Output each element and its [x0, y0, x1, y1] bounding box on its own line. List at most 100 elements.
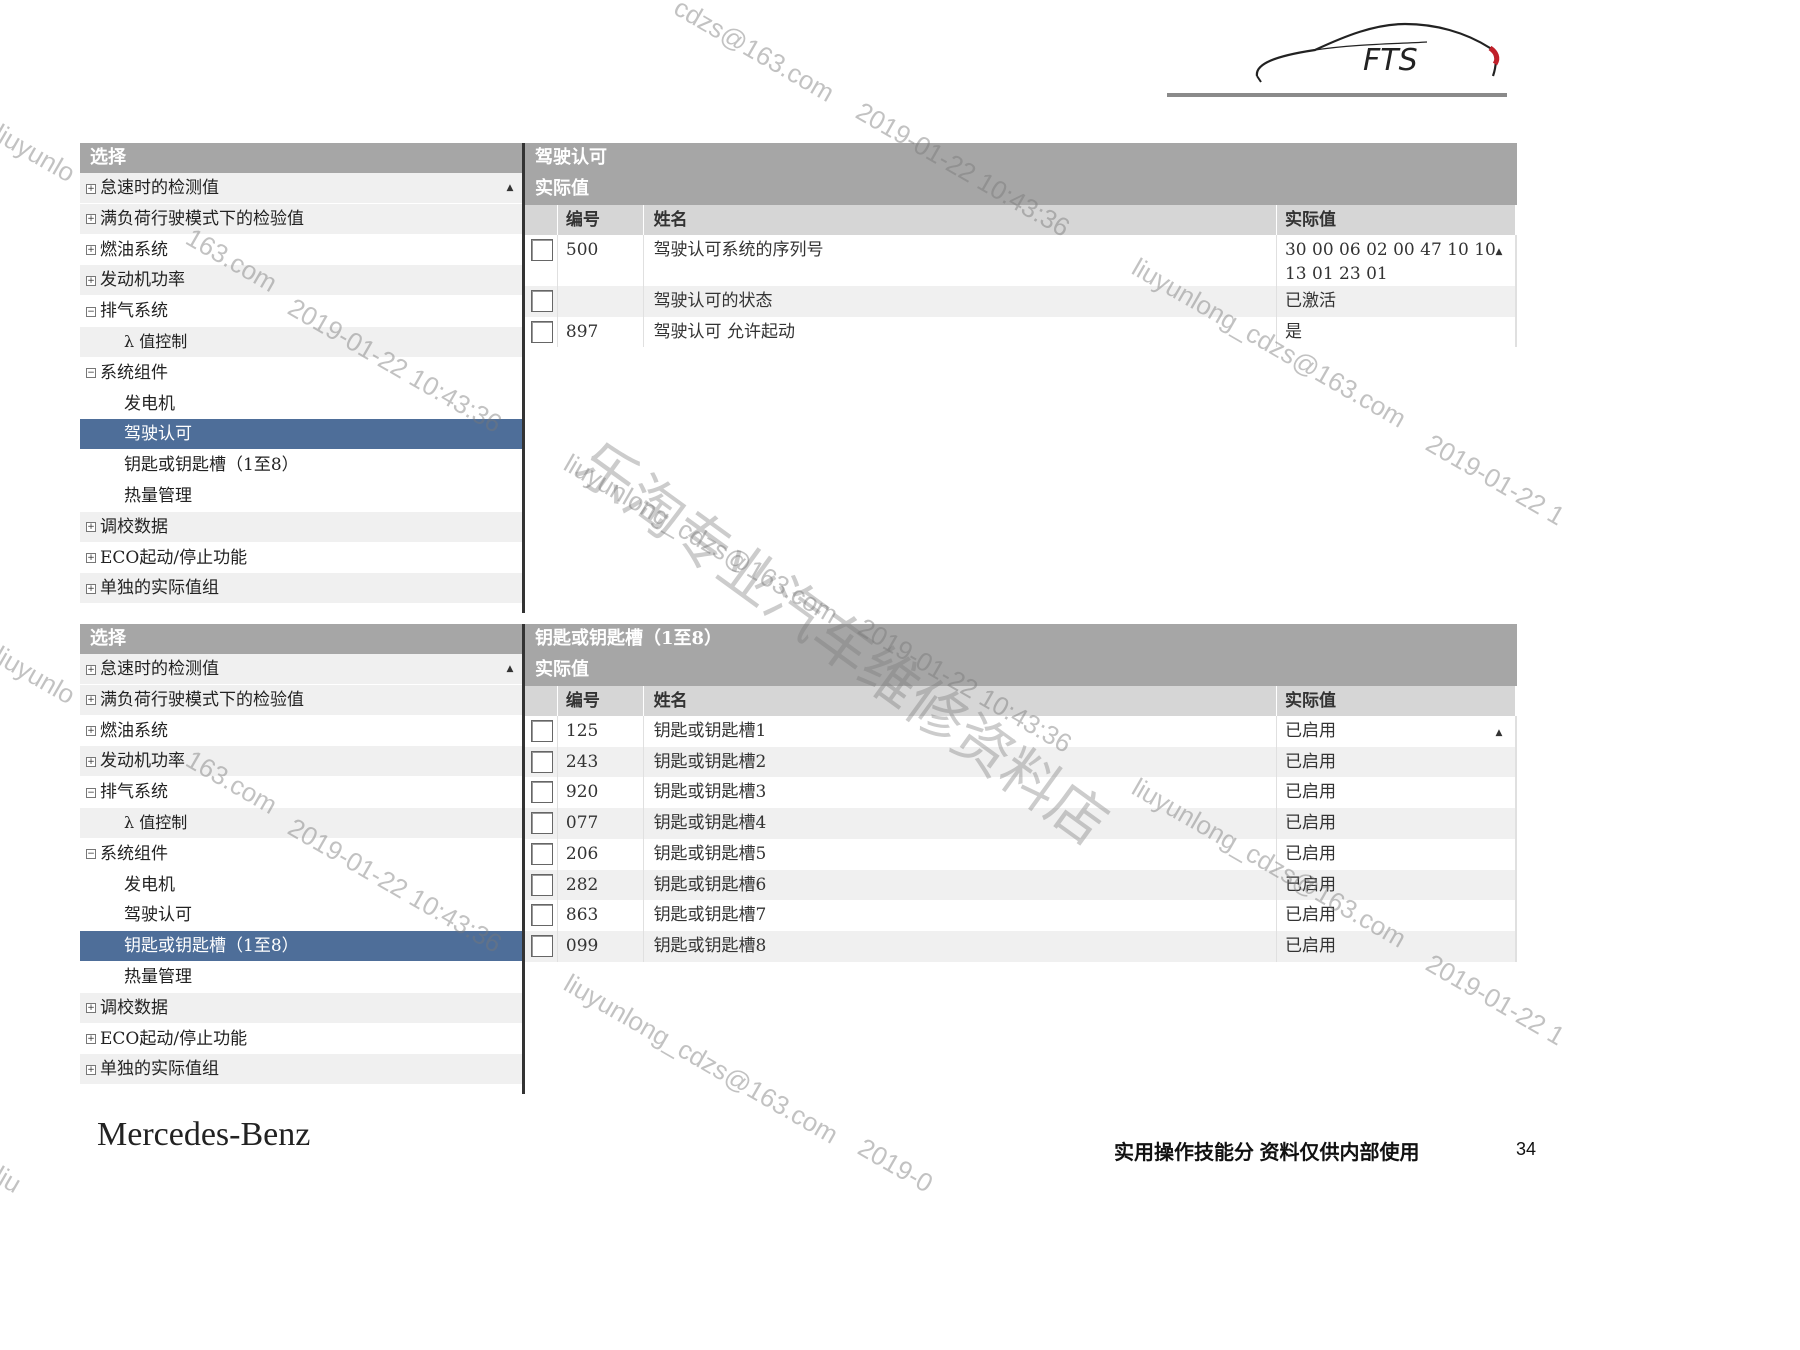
tree-item[interactable]: − 排气系统: [80, 777, 524, 808]
expand-icon[interactable]: +: [86, 726, 96, 737]
row-checkbox[interactable]: [531, 873, 553, 896]
row-checkbox-cell: [525, 746, 558, 778]
header-checkbox-col: [525, 686, 558, 716]
tree-list: + 怠速时的检测值 + 满负荷行驶模式下的检验值 + 燃油系统 + 发动机功率 − 排气系…: [80, 654, 524, 1094]
row-name: 钥匙或钥匙槽7: [644, 900, 1277, 931]
expand-icon[interactable]: +: [86, 1064, 96, 1075]
row-value: 已激活: [1277, 286, 1517, 317]
scroll-up-icon[interactable]: ▲: [500, 183, 520, 193]
table-row[interactable]: 驾驶认可的状态 已激活: [525, 286, 1518, 317]
tree-item[interactable]: + 满负荷行驶模式下的检验值: [80, 203, 524, 235]
collapse-icon[interactable]: −: [86, 306, 96, 317]
header-name[interactable]: 姓名: [644, 686, 1277, 716]
table-row[interactable]: 077 钥匙或钥匙槽4 已启用: [525, 808, 1518, 839]
expand-icon[interactable]: +: [86, 1003, 96, 1014]
row-value: 已启用: [1277, 808, 1517, 839]
tree-item[interactable]: 发电机: [80, 870, 524, 901]
row-checkbox[interactable]: [531, 720, 553, 742]
expand-icon[interactable]: +: [86, 214, 96, 225]
expand-icon[interactable]: +: [86, 1034, 96, 1045]
collapse-icon[interactable]: −: [86, 368, 96, 379]
tree-item[interactable]: + 发动机功率: [80, 746, 524, 778]
expand-icon[interactable]: +: [86, 695, 96, 706]
tree-item-selected[interactable]: 驾驶认可: [80, 419, 524, 451]
tree-item[interactable]: λ 值控制: [80, 807, 524, 839]
table-row[interactable]: 500 驾驶认可系统的序列号 30 00 06 02 00 47 10 10 1…: [525, 235, 1518, 286]
table-row[interactable]: 282 钥匙或钥匙槽6 已启用: [525, 869, 1518, 901]
tree-item[interactable]: 热量管理: [80, 962, 524, 993]
row-checkbox[interactable]: [531, 781, 553, 804]
tree-item-label: ECO起动/停止功能: [100, 547, 248, 568]
table-row[interactable]: 099 钥匙或钥匙槽8 已启用: [525, 930, 1518, 962]
tree-item[interactable]: + 调校数据: [80, 511, 524, 543]
tree-item[interactable]: 发电机: [80, 389, 524, 420]
tree-item[interactable]: 热量管理: [80, 481, 524, 512]
row-checkbox-cell: [525, 716, 558, 747]
table-row[interactable]: 243 钥匙或钥匙槽2 已启用: [525, 746, 1518, 778]
expand-icon[interactable]: +: [86, 664, 96, 675]
expand-icon[interactable]: +: [86, 183, 96, 194]
grid-scroll-up-icon[interactable]: ▲: [1489, 728, 1509, 738]
tree-item[interactable]: + 单独的实际值组: [80, 573, 524, 605]
collapse-icon[interactable]: −: [86, 849, 96, 860]
row-checkbox[interactable]: [531, 290, 553, 312]
table-row[interactable]: 897 驾驶认可 允许起动 是: [525, 316, 1518, 348]
row-value: 是: [1277, 316, 1517, 348]
table-row[interactable]: 125 钥匙或钥匙槽1 已启用: [525, 716, 1518, 747]
tree-item[interactable]: − 系统组件: [80, 839, 524, 870]
tree-item[interactable]: + 发动机功率: [80, 265, 524, 297]
row-value: 已启用: [1277, 746, 1517, 778]
expand-icon[interactable]: +: [86, 522, 96, 533]
grid-title: 驾驶认可: [525, 143, 1517, 173]
tree-item[interactable]: λ 值控制: [80, 326, 524, 358]
tree-item[interactable]: + 调校数据: [80, 992, 524, 1024]
row-checkbox[interactable]: [531, 750, 553, 773]
grid-scroll-up-icon[interactable]: ▲: [1489, 247, 1509, 257]
expand-icon[interactable]: +: [86, 245, 96, 256]
row-checkbox[interactable]: [531, 239, 553, 261]
tree-list: + 怠速时的检测值 + 满负荷行驶模式下的检验值 + 燃油系统 + 发动机功率 − 排气系…: [80, 173, 524, 613]
tree-item[interactable]: + 单独的实际值组: [80, 1054, 524, 1086]
header-value[interactable]: 实际值: [1277, 205, 1517, 235]
row-checkbox[interactable]: [531, 842, 553, 865]
fts-car-logo: FTS: [1255, 22, 1500, 83]
tree-item[interactable]: − 系统组件: [80, 358, 524, 389]
header-num[interactable]: 编号: [558, 686, 644, 716]
tree-item[interactable]: + 满负荷行驶模式下的检验值: [80, 684, 524, 716]
header-value[interactable]: 实际值: [1277, 686, 1517, 716]
tree-item-label: 系统组件: [100, 843, 168, 864]
row-checkbox[interactable]: [531, 812, 553, 835]
tree-item[interactable]: + 燃油系统: [80, 716, 524, 747]
tree-item-label: 系统组件: [100, 362, 168, 383]
tree-item-label: 怠速时的检测值: [100, 659, 219, 679]
row-checkbox[interactable]: [531, 904, 553, 927]
row-name: 钥匙或钥匙槽8: [644, 930, 1277, 962]
row-spacer: [1516, 930, 1518, 962]
tree-panel: 选择 + 怠速时的检测值 + 满负荷行驶模式下的检验值 + 燃油系统 + 发动机功率 −…: [80, 624, 524, 1094]
tree-item[interactable]: + 燃油系统: [80, 235, 524, 266]
tree-item[interactable]: − 排气系统: [80, 296, 524, 327]
table-row[interactable]: 920 钥匙或钥匙槽3 已启用: [525, 777, 1518, 809]
tree-item[interactable]: + 怠速时的检测值: [80, 654, 524, 685]
row-num: 863: [558, 900, 644, 931]
table-row[interactable]: 863 钥匙或钥匙槽7 已启用: [525, 900, 1518, 931]
tree-item-selected[interactable]: 钥匙或钥匙槽（1至8）: [80, 931, 524, 962]
tree-item[interactable]: + ECO起动/停止功能: [80, 1024, 524, 1055]
scroll-up-icon[interactable]: ▲: [500, 664, 520, 674]
row-spacer: [1516, 716, 1518, 747]
tree-item[interactable]: 驾驶认可: [80, 900, 524, 932]
row-spacer: [1516, 286, 1518, 317]
expand-icon[interactable]: +: [86, 756, 96, 767]
collapse-icon[interactable]: −: [86, 787, 96, 798]
expand-icon[interactable]: +: [86, 583, 96, 594]
expand-icon[interactable]: +: [86, 275, 96, 286]
tree-item[interactable]: 钥匙或钥匙槽（1至8）: [80, 450, 524, 481]
row-checkbox[interactable]: [531, 934, 553, 957]
tree-item[interactable]: + ECO起动/停止功能: [80, 543, 524, 574]
header-num[interactable]: 编号: [558, 205, 644, 235]
tree-item[interactable]: + 怠速时的检测值: [80, 173, 524, 204]
expand-icon[interactable]: +: [86, 553, 96, 564]
header-name[interactable]: 姓名: [644, 205, 1277, 235]
row-checkbox[interactable]: [531, 320, 553, 343]
table-row[interactable]: 206 钥匙或钥匙槽5 已启用: [525, 838, 1518, 870]
